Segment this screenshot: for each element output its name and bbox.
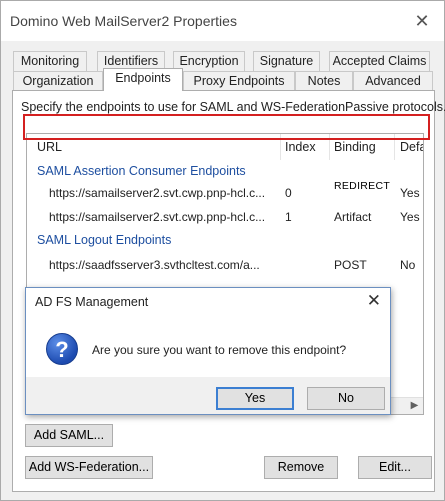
- window-titlebar: Domino Web MailServer2 Properties ✕: [1, 1, 444, 41]
- row-index: 0: [285, 186, 292, 200]
- properties-window: Domino Web MailServer2 Properties ✕ Moni…: [0, 0, 445, 501]
- tab-notes[interactable]: Notes: [295, 71, 353, 91]
- add-saml-button[interactable]: Add SAML...: [25, 424, 113, 447]
- window-title: Domino Web MailServer2 Properties: [10, 13, 237, 29]
- row-binding: POST: [334, 258, 367, 272]
- confirm-dialog: AD FS Management ✕ ? Are you sure you wa…: [25, 287, 391, 415]
- row-index: 1: [285, 210, 292, 224]
- group-label-logout: SAML Logout Endpoints: [37, 233, 172, 247]
- row-default: Yes: [400, 186, 420, 200]
- dialog-title: AD FS Management: [35, 295, 149, 309]
- row-default: No: [400, 258, 416, 272]
- tab-monitoring[interactable]: Monitoring: [13, 51, 87, 71]
- no-button[interactable]: No: [307, 387, 385, 410]
- tab-endpoints[interactable]: Endpoints: [103, 68, 183, 91]
- row-binding: Artifact: [334, 210, 372, 224]
- tab-accepted-claims[interactable]: Accepted Claims: [329, 51, 430, 71]
- dialog-close-icon[interactable]: ✕: [367, 291, 381, 311]
- row-url: https://samailserver2.svt.cwp.pnp-hcl.c.…: [49, 210, 266, 224]
- yes-button[interactable]: Yes: [216, 387, 294, 410]
- row-url: https://saadfsserver3.svthcltest.com/a..…: [49, 258, 260, 272]
- redirect-annotation: REDIRECT: [334, 180, 391, 192]
- panel-description: Specify the endpoints to use for SAML an…: [21, 100, 445, 114]
- dialog-message: Are you sure you want to remove this end…: [92, 343, 347, 357]
- tab-signature[interactable]: Signature: [253, 51, 320, 71]
- highlight-annotation-box: [23, 114, 430, 140]
- row-default: Yes: [400, 210, 420, 224]
- window-close-icon[interactable]: ✕: [410, 9, 434, 33]
- tab-encryption[interactable]: Encryption: [173, 51, 245, 71]
- dialog-titlebar: AD FS Management ✕: [26, 288, 390, 317]
- question-icon: ?: [46, 333, 78, 365]
- row-url: https://samailserver2.svt.cwp.pnp-hcl.c.…: [49, 186, 266, 200]
- tab-advanced[interactable]: Advanced: [353, 71, 433, 91]
- remove-button[interactable]: Remove: [264, 456, 338, 479]
- tab-proxy-endpoints[interactable]: Proxy Endpoints: [183, 71, 295, 91]
- group-label-assertion-consumer: SAML Assertion Consumer Endpoints: [37, 164, 246, 178]
- add-ws-federation-button[interactable]: Add WS-Federation...: [25, 456, 153, 479]
- edit-button[interactable]: Edit...: [358, 456, 432, 479]
- dialog-body: ? Are you sure you want to remove this e…: [26, 317, 390, 377]
- tab-organization[interactable]: Organization: [13, 71, 103, 91]
- scroll-right-icon[interactable]: ▶: [406, 398, 423, 414]
